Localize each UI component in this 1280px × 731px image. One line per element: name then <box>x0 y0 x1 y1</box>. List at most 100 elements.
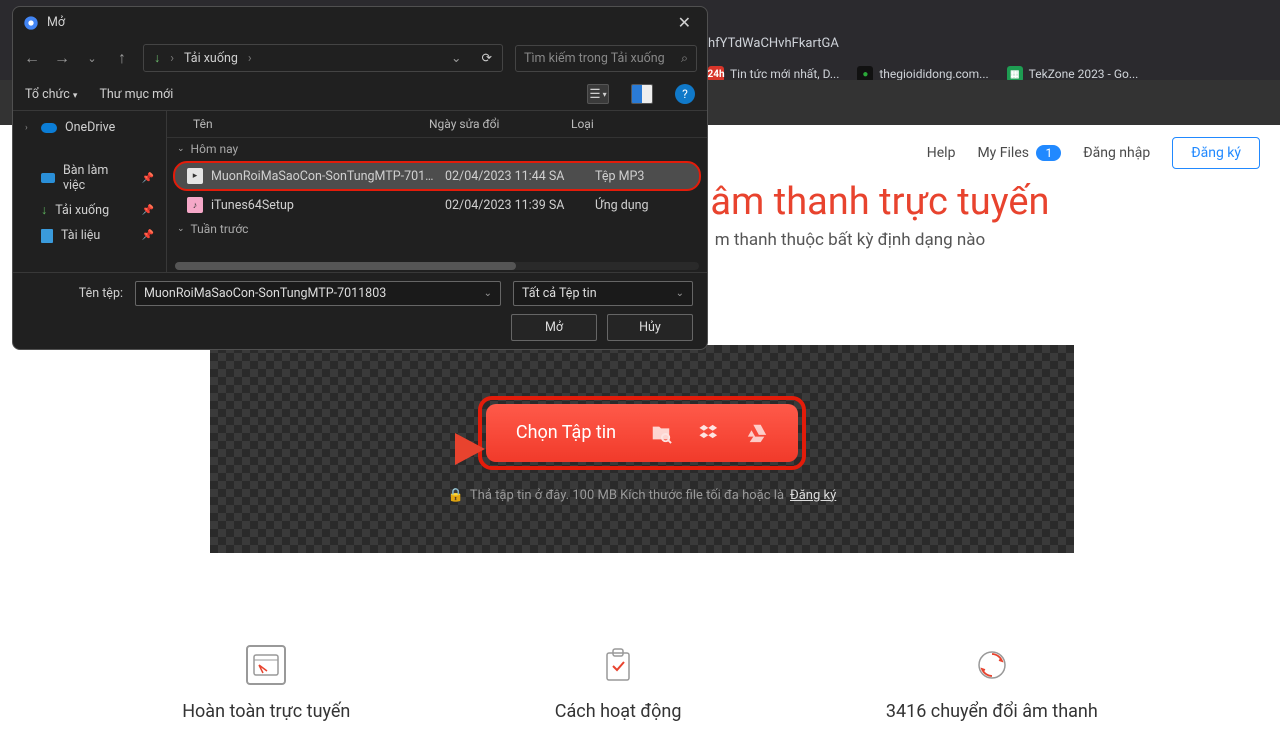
signup-button[interactable]: Đăng ký <box>1172 137 1260 169</box>
file-list-area: Tên Ngày sửa đổi Loại ⌄ Hôm nay ▸ MuonRo… <box>167 111 707 272</box>
feature-title: 3416 chuyển đổi âm thanh <box>886 701 1098 722</box>
filter-value: Tất cả Tệp tin <box>522 286 597 301</box>
media-file-icon: ▸ <box>187 168 203 184</box>
myfiles-badge: 1 <box>1036 145 1061 161</box>
file-type: Ứng dụng <box>595 198 697 213</box>
close-icon[interactable]: ✕ <box>672 13 697 32</box>
cancel-button[interactable]: Hủy <box>607 314 693 341</box>
feature-how: Cách hoạt động <box>555 645 682 722</box>
url-fragment: hfYTdWaCHvhFkartGA <box>708 36 839 51</box>
nav-myfiles-label: My Files <box>977 145 1029 161</box>
filename-value: MuonRoiMaSaoCon-SonTungMTP-7011803 <box>144 286 386 301</box>
chevron-down-icon[interactable]: ⌄ <box>676 288 684 299</box>
sidebar-item-label: Tải xuống <box>55 203 109 218</box>
sidebar-item-desktop[interactable]: Bàn làm việc 📌 <box>13 158 166 198</box>
file-date: 02/04/2023 11:44 SA <box>445 169 587 184</box>
pin-icon: 📌 <box>142 173 154 184</box>
bookmark-label: Tin tức mới nhất, D... <box>730 67 839 81</box>
chevron-down-icon[interactable]: ⌄ <box>83 52 101 65</box>
up-icon[interactable]: ↑ <box>113 48 131 68</box>
choose-file-wrap: Chọn Tập tin <box>478 396 806 470</box>
dialog-body: › OneDrive Bàn làm việc 📌 ↓ Tải xuống 📌 <box>13 110 707 273</box>
refresh-icon[interactable]: ⟳ <box>482 50 492 66</box>
col-date[interactable]: Ngày sửa đổi <box>429 117 571 131</box>
drop-hint-text: Thả tập tin ở đây. 100 MB Kích thước fil… <box>470 488 784 503</box>
pin-icon: 📌 <box>142 230 154 241</box>
feature-count: 3416 chuyển đổi âm thanh <box>886 645 1098 722</box>
group-lastweek[interactable]: ⌄ Tuần trước <box>167 218 707 240</box>
dialog-sidebar: › OneDrive Bàn làm việc 📌 ↓ Tải xuống 📌 <box>13 111 167 272</box>
forward-icon[interactable]: → <box>53 48 71 68</box>
search-input[interactable]: Tìm kiếm trong Tải xuống ⌕ <box>515 45 697 72</box>
horizontal-scrollbar[interactable] <box>175 262 699 270</box>
feature-title: Hoàn toàn trực tuyến <box>182 701 350 722</box>
clipboard-icon <box>598 645 638 685</box>
file-type-filter[interactable]: Tất cả Tệp tin ⌄ <box>513 281 693 306</box>
group-label: Hôm nay <box>191 142 239 156</box>
chevron-down-icon: ⌄ <box>177 224 185 234</box>
feature-online: Hoàn toàn trực tuyến <box>182 645 350 722</box>
dialog-toolbar: Tổ chức ▾ Thư mục mới ☰▾ ? <box>13 78 707 110</box>
chevron-right-icon: › <box>25 123 33 133</box>
filename-label: Tên tệp: <box>27 286 123 301</box>
file-row[interactable]: ♪ iTunes64Setup 02/04/2023 11:39 SA Ứng … <box>167 192 707 218</box>
dialog-titlebar[interactable]: Mở ✕ <box>13 7 707 38</box>
dropbox-icon[interactable] <box>698 422 720 444</box>
download-icon: ↓ <box>41 203 47 218</box>
browser-icon <box>246 645 286 685</box>
sidebar-item-label: OneDrive <box>65 120 115 135</box>
new-folder-button[interactable]: Thư mục mới <box>99 87 173 102</box>
view-list-icon[interactable]: ☰▾ <box>587 84 609 104</box>
sidebar-item-onedrive[interactable]: › OneDrive <box>13 115 166 140</box>
col-type[interactable]: Loại <box>571 117 695 131</box>
dialog-footer: Tên tệp: MuonRoiMaSaoCon-SonTungMTP-7011… <box>13 273 707 349</box>
sidebar-item-documents[interactable]: Tài liệu 📌 <box>13 223 166 248</box>
nav-myfiles[interactable]: My Files 1 <box>977 145 1061 161</box>
refresh-icon <box>972 645 1012 685</box>
file-name: MuonRoiMaSaoCon-SonTungMTP-70118... <box>211 169 437 184</box>
back-icon[interactable]: ← <box>23 48 41 68</box>
breadcrumb[interactable]: Tải xuống <box>184 51 238 66</box>
nav-help[interactable]: Help <box>927 145 956 161</box>
choose-file-label: Chọn Tập tin <box>516 422 616 443</box>
app-file-icon: ♪ <box>187 197 203 213</box>
bookmark-label: TekZone 2023 - Go... <box>1029 67 1139 81</box>
desktop-icon <box>41 173 55 183</box>
sidebar-item-label: Bàn làm việc <box>63 163 134 193</box>
sidebar-item-label: Tài liệu <box>61 228 100 243</box>
organize-menu[interactable]: Tổ chức ▾ <box>25 87 77 102</box>
col-name[interactable]: Tên <box>193 117 429 131</box>
column-headers[interactable]: Tên Ngày sửa đổi Loại <box>167 111 707 138</box>
help-icon[interactable]: ? <box>675 84 695 104</box>
group-label: Tuần trước <box>191 222 249 236</box>
drop-hint: 🔒 Thả tập tin ở đây. 100 MB Kích thước f… <box>448 488 837 503</box>
file-open-dialog: Mở ✕ ← → ⌄ ↑ ↓ › Tải xuống › ⌄ ⟳ Tìm kiế… <box>12 6 708 350</box>
preview-pane-icon[interactable] <box>631 84 653 104</box>
nav-login[interactable]: Đăng nhập <box>1083 145 1150 161</box>
drop-area[interactable]: Chọn Tập tin 🔒 Thả tập tin ở đây. 100 MB… <box>210 345 1074 553</box>
cloud-icon <box>41 123 57 133</box>
url-bar[interactable]: hfYTdWaCHvhFkartGA <box>708 36 1268 51</box>
dialog-title: Mở <box>47 15 65 30</box>
pin-icon: 📌 <box>142 205 154 216</box>
open-button[interactable]: Mở <box>511 314 597 341</box>
drop-hint-signup-link[interactable]: Đăng ký <box>790 488 836 503</box>
group-today[interactable]: ⌄ Hôm nay <box>167 138 707 160</box>
filename-input[interactable]: MuonRoiMaSaoCon-SonTungMTP-7011803 ⌄ <box>135 281 501 306</box>
folder-search-icon[interactable] <box>650 422 672 444</box>
search-icon: ⌕ <box>681 51 688 66</box>
search-placeholder: Tìm kiếm trong Tải xuống <box>524 51 665 66</box>
file-date: 02/04/2023 11:39 SA <box>445 198 587 213</box>
choose-file-icons <box>650 422 768 444</box>
sidebar-item-downloads[interactable]: ↓ Tải xuống 📌 <box>13 198 166 223</box>
address-bar[interactable]: ↓ › Tải xuống › ⌄ ⟳ <box>143 44 503 72</box>
file-row[interactable]: ▸ MuonRoiMaSaoCon-SonTungMTP-70118... 02… <box>173 161 701 191</box>
choose-file-button[interactable]: Chọn Tập tin <box>486 404 798 462</box>
chevron-down-icon[interactable]: ⌄ <box>451 50 461 66</box>
chevron-down-icon[interactable]: ⌄ <box>484 288 492 299</box>
lock-icon: 🔒 <box>448 488 464 503</box>
chevron-down-icon: ⌄ <box>177 144 185 154</box>
features: Hoàn toàn trực tuyến Cách hoạt động 3416… <box>0 645 1280 722</box>
google-drive-icon[interactable] <box>746 422 768 444</box>
arrow-annotation-icon <box>370 414 490 484</box>
